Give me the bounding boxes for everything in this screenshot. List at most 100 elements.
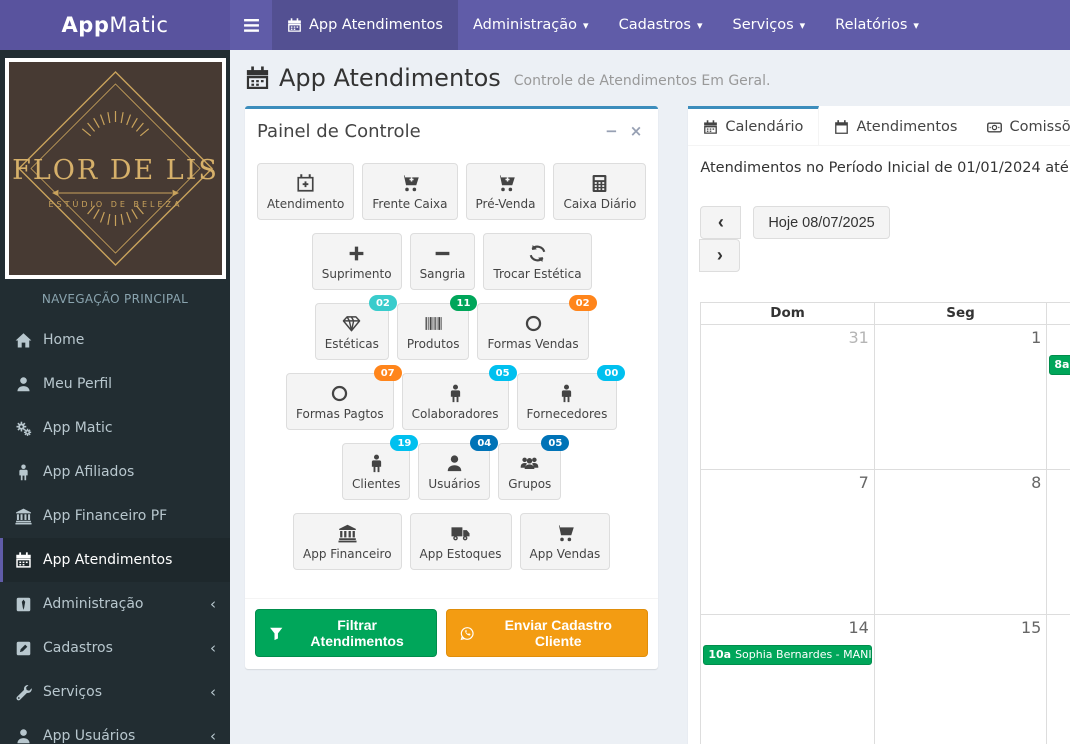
- truck-icon: [451, 524, 470, 543]
- tile-label: Frente Caixa: [372, 197, 448, 211]
- tile-formas-pagtos[interactable]: 07 Formas Pagtos: [286, 365, 402, 430]
- tile-clientes[interactable]: 19 Clientes: [342, 435, 419, 500]
- close-icon[interactable]: ×: [630, 124, 643, 139]
- calendar-plus-icon: [296, 174, 315, 193]
- sidebar-item-app-afiliados[interactable]: App Afiliados: [0, 450, 230, 494]
- sidebar-item-cadastros[interactable]: Cadastros ‹: [0, 626, 230, 670]
- tile-suprimento[interactable]: Suprimento: [311, 233, 402, 290]
- chevron-left-icon: ‹: [210, 683, 216, 701]
- sidebar-toggle-button[interactable]: [230, 0, 272, 50]
- day-number: 1: [1031, 328, 1042, 347]
- chevron-left-icon: ‹: [210, 727, 216, 744]
- tile-label: Produtos: [406, 337, 460, 351]
- tile-label: Caixa Diário: [563, 197, 637, 211]
- filtrar-atendimentos-button[interactable]: Filtrar Atendimentos: [255, 609, 437, 657]
- tile-formas-vendas[interactable]: 02 Formas Vendas: [477, 295, 597, 360]
- money-icon: [987, 120, 1002, 135]
- day-header: [1046, 303, 1070, 324]
- sidebar-item-servicos[interactable]: Serviços ‹: [0, 670, 230, 714]
- today-button[interactable]: Hoje 08/07/2025: [753, 206, 890, 239]
- navbar-item-label: Administração: [472, 17, 578, 33]
- hamburger-icon: [244, 19, 259, 32]
- tile-label: Grupos: [508, 477, 552, 491]
- navbar-item-cadastros[interactable]: Cadastros ▾: [604, 0, 718, 50]
- tile-produtos[interactable]: 11 Produtos: [396, 295, 478, 360]
- tab-comissoes[interactable]: Comissões: [972, 106, 1070, 145]
- diamond-icon: [342, 314, 361, 333]
- tile-label: App Estoques: [419, 547, 502, 561]
- wrench-icon: [15, 684, 32, 701]
- tile-usuarios[interactable]: 04 Usuários: [418, 435, 499, 500]
- calendar-tab-content: Atendimentos no Período Inicial de 01/01…: [688, 146, 1070, 744]
- page-subtitle: Controle de Atendimentos Em Geral.: [513, 73, 771, 89]
- sidebar-item-app-atendimentos[interactable]: App Atendimentos: [0, 538, 230, 582]
- tile-atendimento[interactable]: Atendimento: [257, 163, 355, 220]
- tile-label: Suprimento: [321, 267, 392, 281]
- box-header: Painel de Controle − ×: [245, 109, 658, 151]
- navbar-item-servicos[interactable]: Serviços ▾: [718, 0, 821, 50]
- sidebar-item-app-usuarios[interactable]: App Usuários ‹: [0, 714, 230, 744]
- sidebar-item-administracao[interactable]: Administração ‹: [0, 582, 230, 626]
- filter-icon: [269, 626, 283, 641]
- tile-pre-venda[interactable]: Pré-Venda: [465, 163, 546, 220]
- sidebar-item-home[interactable]: Home: [0, 318, 230, 362]
- sidebar-item-meu-perfil[interactable]: Meu Perfil: [0, 362, 230, 406]
- tile-sangria[interactable]: Sangria: [409, 233, 476, 290]
- tab-label: Comissões: [1009, 119, 1070, 135]
- navbar-item-relatorios[interactable]: Relatórios ▾: [820, 0, 934, 50]
- tile-label: Formas Vendas: [487, 337, 579, 351]
- calculator-icon: [590, 174, 609, 193]
- barcode-icon: [424, 314, 443, 333]
- button-label: Enviar Cadastro Cliente: [504, 617, 612, 649]
- content-header: App Atendimentos Controle de Atendimento…: [230, 50, 1070, 106]
- calendar-event[interactable]: 8aLuiz Ju: [1049, 355, 1070, 375]
- brand-regular: Matic: [109, 13, 169, 37]
- brand-logo[interactable]: App Matic: [0, 0, 230, 50]
- day-cell: 1: [873, 325, 1047, 469]
- bank-icon: [338, 524, 357, 543]
- tab-atendimentos[interactable]: Atendimentos: [819, 106, 972, 145]
- flor-de-lis-logo-image: FLOR DE LIS ESTÚDIO DE BELEZA: [8, 62, 222, 275]
- circle-icon: [524, 314, 543, 333]
- navbar-menu: App Atendimentos Administração ▾ Cadastro…: [272, 0, 934, 50]
- calendar-icon: [287, 18, 302, 33]
- tile-app-vendas[interactable]: App Vendas: [519, 513, 611, 570]
- sidebar-item-label: Meu Perfil: [43, 376, 113, 392]
- box-tools: − ×: [605, 124, 646, 139]
- period-text: Atendimentos no Período Inicial de 01/01…: [700, 160, 1070, 176]
- bank-icon: [15, 508, 32, 525]
- minimize-icon[interactable]: −: [605, 124, 618, 139]
- enviar-cadastro-cliente-button[interactable]: Enviar Cadastro Cliente: [445, 609, 649, 657]
- tile-label: App Vendas: [529, 547, 601, 561]
- tile-caixa-diario[interactable]: Caixa Diário: [553, 163, 647, 220]
- box-body: Atendimento Frente Caixa Pré-Venda Caixa…: [245, 151, 658, 598]
- tile-colaboradores[interactable]: 05 Colaboradores: [401, 365, 517, 430]
- sidebar-item-app-financeiro-pf[interactable]: App Financeiro PF: [0, 494, 230, 538]
- user-icon: [15, 376, 32, 393]
- tab-calendario[interactable]: Calendário: [688, 106, 820, 145]
- day-number: 31: [848, 328, 869, 347]
- tile-trocar-estetica[interactable]: Trocar Estética: [483, 233, 592, 290]
- home-icon: [15, 332, 32, 349]
- calendar-icon: [15, 552, 32, 569]
- event-time: 10a: [708, 648, 732, 661]
- navbar-item-administracao[interactable]: Administração ▾: [458, 0, 604, 50]
- calendar-outline-icon: [834, 120, 849, 135]
- sidebar-item-label: Home: [43, 332, 85, 348]
- tile-frente-caixa[interactable]: Frente Caixa: [362, 163, 458, 220]
- tile-fornecedores[interactable]: 00 Fornecedores: [516, 365, 626, 430]
- navbar-item-app-atendimentos[interactable]: App Atendimentos: [272, 0, 458, 50]
- button-label: Filtrar Atendimentos: [310, 617, 404, 649]
- tile-app-financeiro[interactable]: App Financeiro: [293, 513, 402, 570]
- tile-app-estoques[interactable]: App Estoques: [409, 513, 512, 570]
- person-icon: [367, 454, 386, 473]
- user-icon: [15, 728, 32, 744]
- tile-esteticas[interactable]: 02 Estéticas: [314, 295, 397, 360]
- tile-grupos[interactable]: 05 Grupos: [498, 435, 570, 500]
- prev-month-button[interactable]: ‹: [700, 206, 742, 239]
- calendar-event[interactable]: 10aSophia Bernardes - MANICUR: [703, 645, 872, 665]
- calendar-header-row: Dom Seg: [701, 303, 1070, 324]
- sidebar-item-app-matic[interactable]: App Matic: [0, 406, 230, 450]
- next-month-button[interactable]: ›: [699, 239, 741, 272]
- navbar-item-label: Cadastros: [618, 17, 691, 33]
